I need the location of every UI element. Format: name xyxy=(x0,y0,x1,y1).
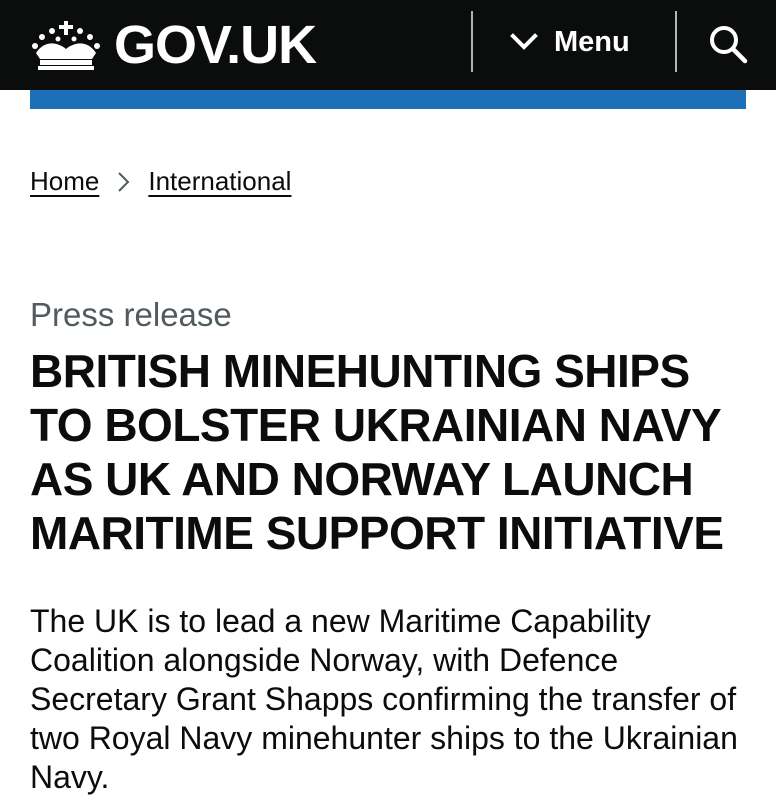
govuk-logo-link[interactable]: GOV.UK xyxy=(30,0,317,90)
chevron-right-icon xyxy=(118,171,130,192)
crown-icon xyxy=(32,21,100,70)
menu-button[interactable]: Menu xyxy=(510,22,630,62)
header-divider xyxy=(675,11,677,72)
header-accent-bar xyxy=(30,90,746,109)
breadcrumb-home-link[interactable]: Home xyxy=(30,166,99,197)
header-divider xyxy=(471,11,473,72)
breadcrumb-international-link[interactable]: International xyxy=(148,166,291,197)
content-type-caption: Press release xyxy=(30,296,232,333)
page-title: BRITISH MINEHUNTING SHIPS TO BOLSTER UKR… xyxy=(30,345,724,559)
chevron-down-icon xyxy=(510,33,538,50)
lead-paragraph: The UK is to lead a new Maritime Capabil… xyxy=(30,603,738,795)
breadcrumb: Home International xyxy=(30,166,291,197)
logo-text: GOV.UK xyxy=(114,15,317,75)
site-header: GOV.UK Menu xyxy=(0,0,776,90)
search-icon xyxy=(710,26,748,64)
search-button[interactable] xyxy=(706,22,750,66)
menu-label: Menu xyxy=(554,25,630,58)
